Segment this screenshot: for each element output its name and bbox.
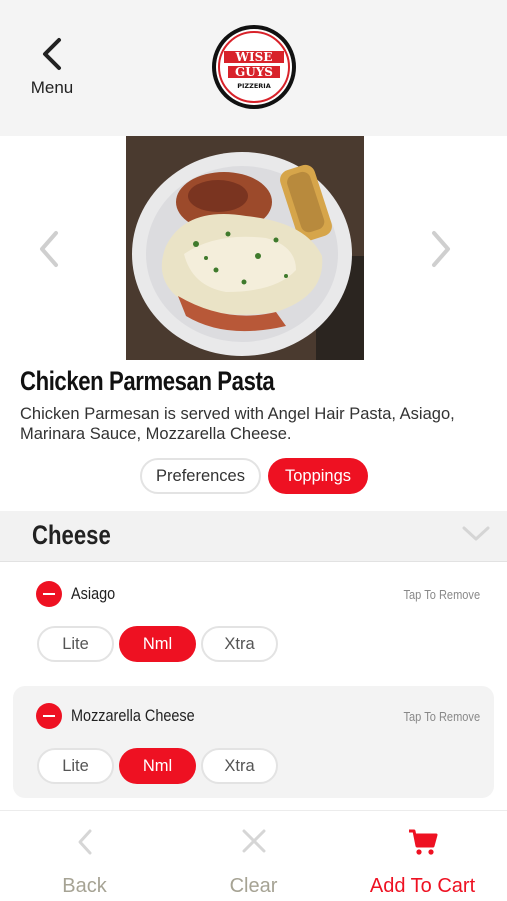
next-item-arrow-icon[interactable] xyxy=(426,228,456,270)
tab-preferences[interactable]: Preferences xyxy=(140,458,261,494)
dish-photo xyxy=(126,136,364,360)
bottom-action-bar: Back Clear Add To Cart xyxy=(0,810,507,901)
add-to-cart-label: Add To Cart xyxy=(369,875,476,897)
item-title: Chicken Parmesan Pasta xyxy=(20,366,275,396)
amount-nml-button[interactable]: Nml xyxy=(119,626,196,662)
shopping-cart-icon xyxy=(408,829,437,855)
remove-icon[interactable] xyxy=(36,581,62,607)
section-header-cheese[interactable]: Cheese xyxy=(0,511,507,562)
tap-to-remove-link[interactable]: Tap To Remove xyxy=(403,709,480,724)
clear-button[interactable]: Clear xyxy=(169,811,338,901)
svg-text:GUYS: GUYS xyxy=(235,65,273,79)
amount-lite-button[interactable]: Lite xyxy=(37,748,114,784)
chevron-left-icon xyxy=(43,38,61,70)
amount-xtra-button[interactable]: Xtra xyxy=(201,626,278,662)
clear-label: Clear xyxy=(229,875,278,897)
chevron-left-icon xyxy=(78,829,91,855)
amount-lite-button[interactable]: Lite xyxy=(37,626,114,662)
topping-name: Asiago xyxy=(71,584,116,603)
topping-row-mozzarella: Mozzarella Cheese Tap To Remove Lite Nml… xyxy=(13,686,494,798)
wise-guys-logo: WISE GUYS PIZZERIA xyxy=(212,25,296,109)
section-title: Cheese xyxy=(32,520,111,550)
item-description: Chicken Parmesan is served with Angel Ha… xyxy=(20,405,455,443)
add-to-cart-button[interactable]: Add To Cart xyxy=(338,811,507,901)
amount-nml-button[interactable]: Nml xyxy=(119,748,196,784)
remove-icon[interactable] xyxy=(36,703,62,729)
back-button[interactable]: Back xyxy=(0,811,169,901)
back-label: Back xyxy=(62,875,107,897)
previous-item-arrow-icon[interactable] xyxy=(34,228,64,270)
svg-text:WISE: WISE xyxy=(235,50,273,64)
top-bar: Menu WISE GUYS PIZZERIA xyxy=(0,0,507,136)
tap-to-remove-link[interactable]: Tap To Remove xyxy=(403,587,480,602)
svg-text:PIZZERIA: PIZZERIA xyxy=(237,82,271,90)
amount-xtra-button[interactable]: Xtra xyxy=(201,748,278,784)
topping-name: Mozzarella Cheese xyxy=(71,706,195,725)
tab-toppings[interactable]: Toppings xyxy=(268,458,368,494)
back-to-menu-button[interactable]: Menu xyxy=(20,36,84,108)
chevron-down-icon xyxy=(462,526,490,541)
topping-row-asiago: Asiago Tap To Remove Lite Nml Xtra xyxy=(13,564,494,676)
back-label: Menu xyxy=(30,78,74,97)
close-icon xyxy=(242,829,265,853)
